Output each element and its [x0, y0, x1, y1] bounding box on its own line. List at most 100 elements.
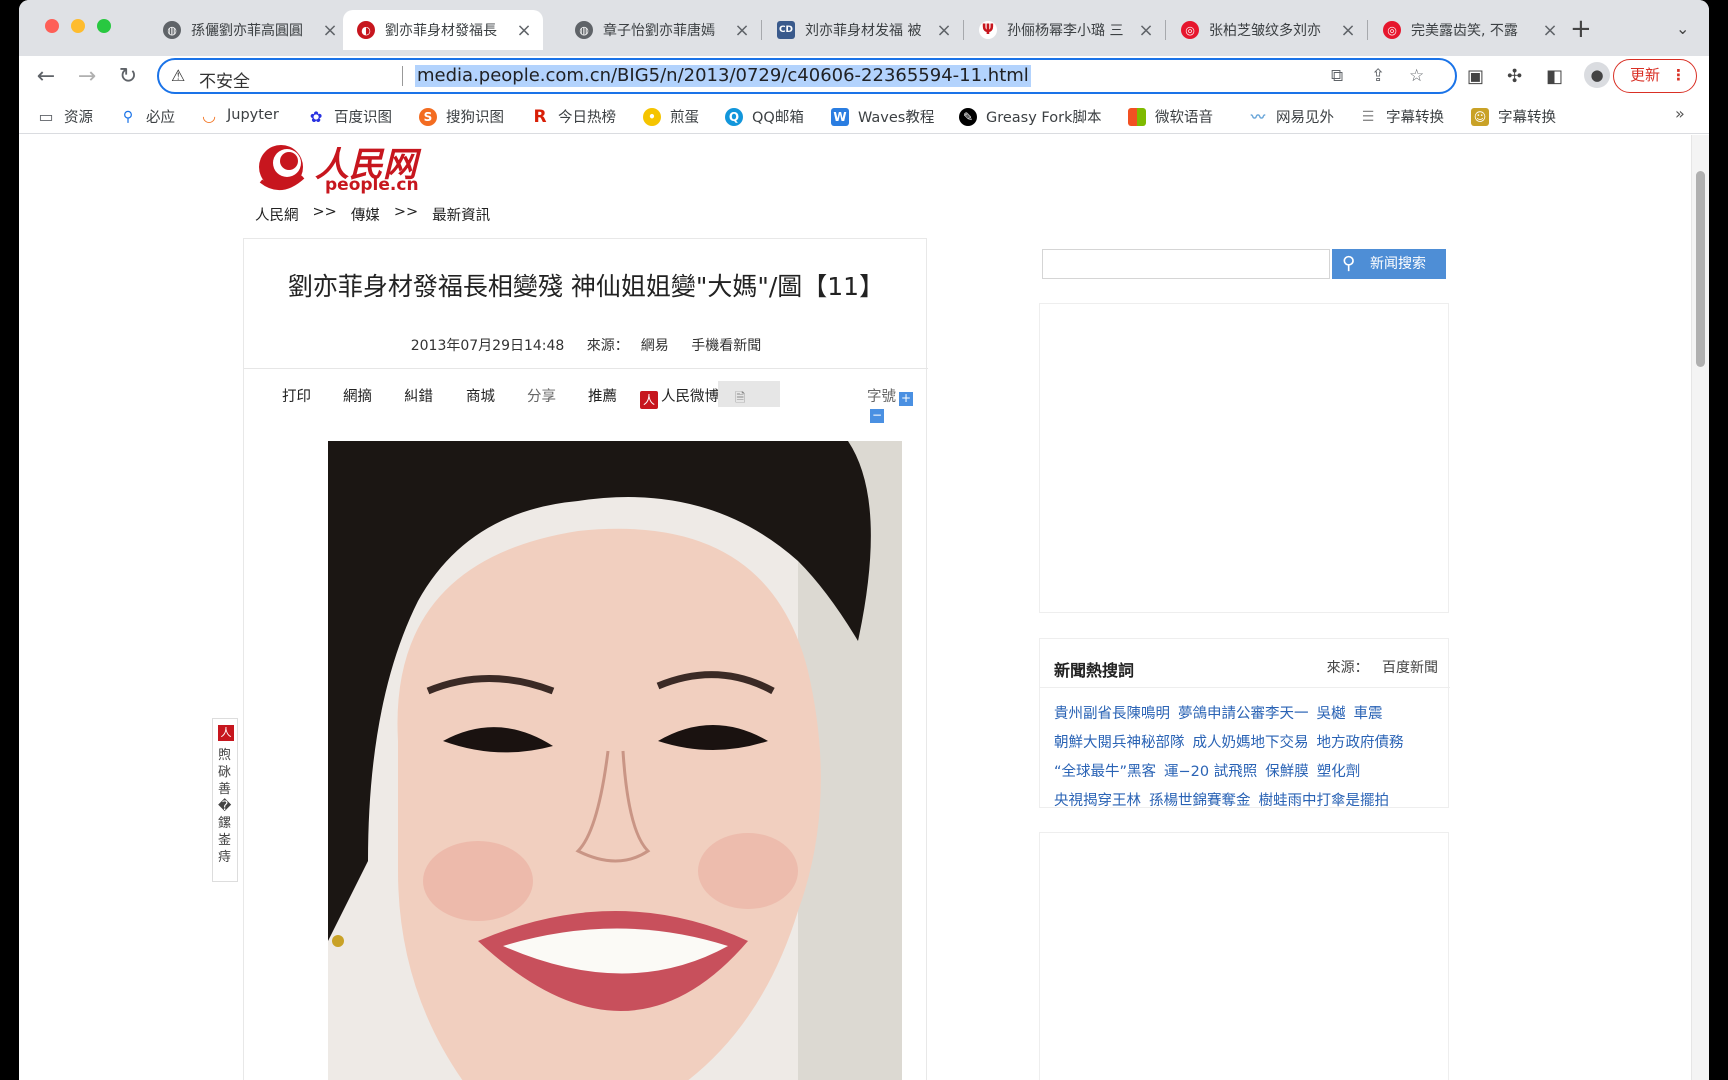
hot-search-link[interactable]: 樹蛙雨中打傘是擺拍	[1259, 793, 1390, 809]
news-search-input[interactable]	[1042, 249, 1330, 279]
breadcrumb-section[interactable]: 傳媒	[351, 204, 380, 225]
translate-icon[interactable]: ⧉	[1331, 66, 1343, 86]
bookmark-item[interactable]: ▭ 资源	[37, 106, 93, 127]
news-search-button[interactable]: ⚲ 新闻搜索	[1332, 249, 1446, 279]
hot-search-row: “全球最牛”黑客 運−20 試飛照 保鮮膜 塑化劑	[1054, 760, 1368, 781]
mall-button[interactable]: 商城	[466, 385, 495, 406]
bookmark-item[interactable]: 〰网易见外	[1249, 106, 1334, 127]
microsoft-icon	[1128, 107, 1146, 126]
correct-button[interactable]: 糾錯	[404, 385, 433, 406]
share-icon[interactable]: ⇪	[1371, 66, 1385, 86]
bookmark-item[interactable]: • 煎蛋	[643, 106, 699, 127]
close-icon[interactable]: ×	[1339, 20, 1357, 41]
weibo-button[interactable]: 人人民微博	[640, 385, 719, 409]
close-icon[interactable]: ×	[733, 20, 751, 41]
scrollbar-thumb[interactable]	[1696, 171, 1705, 367]
article-photo	[328, 441, 902, 1080]
bookmark-item[interactable]: R 今日热榜	[531, 106, 616, 127]
back-button[interactable]: ←	[31, 62, 61, 92]
font-size-label: 字號	[867, 389, 896, 405]
side-float-tab[interactable]: 人 煦砯善�鏍崟痔	[212, 718, 238, 882]
hot-search-link[interactable]: 夢鴿申請公審李天一	[1178, 706, 1309, 722]
font-increase-button[interactable]: +	[899, 392, 913, 406]
bookmark-item[interactable]: ⚲ 必应	[119, 106, 175, 127]
bookmark-star-icon[interactable]: ☆	[1409, 66, 1424, 86]
hot-search-link[interactable]: 貴州副省長陳鳴明	[1054, 706, 1170, 722]
hot-search-link[interactable]: 塑化劑	[1317, 764, 1361, 780]
reload-button[interactable]: ↻	[113, 62, 143, 92]
site-logo[interactable]: 人民网 people.cn	[255, 137, 435, 199]
bookmark-item[interactable]: S 搜狗识图	[419, 106, 504, 127]
article-panel: 劉亦菲身材發福長相變殘 神仙姐姐變"大媽"/圖【11】 2013年07月29日1…	[243, 238, 928, 1080]
more-menu-icon[interactable]: ⋮	[1671, 60, 1686, 91]
tab[interactable]: Ψ 孙俪杨幂李小璐 三 ×	[965, 10, 1165, 50]
extensions-icon[interactable]: ✣	[1507, 66, 1522, 87]
close-icon[interactable]: ×	[935, 20, 953, 41]
article-source-link[interactable]: 網易	[641, 338, 669, 354]
update-button[interactable]: 更新 ⋮	[1613, 59, 1697, 93]
tab[interactable]: ◎ 完美露齿笑, 不露 ×	[1369, 10, 1569, 50]
breadcrumb-current[interactable]: 最新資訊	[432, 204, 490, 225]
maximize-window-button[interactable]	[97, 19, 111, 33]
bookmark-item[interactable]: Q QQ邮箱	[725, 106, 804, 127]
hot-search-link[interactable]: 地方政府債務	[1317, 735, 1404, 751]
tab[interactable]: ◍ 章子怡劉亦菲唐嫣 ×	[561, 10, 761, 50]
close-icon[interactable]: ×	[515, 20, 533, 41]
new-tab-button[interactable]: +	[1570, 16, 1592, 42]
hot-search-link[interactable]: 吳樾	[1317, 706, 1346, 722]
hot-search-source: 來源： 百度新聞	[1327, 657, 1438, 677]
breadcrumb-home[interactable]: 人民網	[255, 204, 299, 225]
bookmark-item[interactable]: 微软语音	[1128, 106, 1213, 127]
more-bookmarks-icon[interactable]: »	[1675, 104, 1685, 123]
address-bar[interactable]: ⚠ 不安全 media.people.com.cn/BIG5/n/2013/07…	[157, 58, 1457, 94]
hot-search-link[interactable]: 車震	[1354, 706, 1383, 722]
page-scrollbar[interactable]	[1691, 135, 1709, 1080]
font-decrease-button[interactable]: −	[870, 409, 884, 423]
close-icon[interactable]: ×	[321, 20, 339, 41]
document-button[interactable]: 🗎	[718, 381, 780, 407]
hot-search-link[interactable]: 朝鮮大閱兵神秘部隊	[1054, 735, 1185, 751]
mobile-news-link[interactable]: 手機看新聞	[691, 338, 761, 354]
recommend-button[interactable]: 推薦	[588, 385, 617, 406]
bookmark-item[interactable]: ✎ Greasy Fork脚本	[959, 106, 1101, 127]
hot-search-link[interactable]: 保鮮膜	[1265, 764, 1309, 780]
netease-wave-icon: 〰	[1251, 109, 1265, 126]
excerpt-button[interactable]: 網摘	[343, 385, 372, 406]
hot-search-link[interactable]: 運−20 試飛照	[1164, 764, 1257, 780]
hot-search-link[interactable]: 孫楊世錦賽奪金	[1149, 793, 1251, 809]
image-search-icon[interactable]: ▣	[1467, 66, 1484, 87]
bookmark-item[interactable]: ✿ 百度识图	[307, 106, 392, 127]
close-icon[interactable]: ×	[1541, 20, 1559, 41]
ad-placeholder	[1039, 303, 1449, 613]
tab-active[interactable]: ◐ 劉亦菲身材發福長 ×	[343, 10, 543, 50]
people-logo-mark	[259, 145, 305, 190]
minimize-window-button[interactable]	[71, 19, 85, 33]
print-button[interactable]: 打印	[282, 385, 311, 406]
close-window-button[interactable]	[45, 19, 59, 33]
hot-search-link[interactable]: 成人奶媽地下交易	[1193, 735, 1309, 751]
tab[interactable]: ◍ 孫儷劉亦菲高圓圓 ×	[149, 10, 349, 50]
share-button[interactable]: 分享	[527, 385, 556, 406]
weibo-icon: ◎	[1181, 21, 1199, 39]
close-icon[interactable]: ×	[1137, 20, 1155, 41]
bookmark-label: 字幕转换	[1498, 110, 1556, 126]
security-label[interactable]: 不安全	[199, 67, 250, 92]
forward-button[interactable]: →	[72, 62, 102, 92]
side-panel-icon[interactable]: ◧	[1546, 66, 1563, 87]
bookmark-item[interactable]: ◡ Jupyter	[200, 106, 279, 125]
profile-avatar-icon[interactable]: ●	[1584, 62, 1610, 88]
bookmark-label: 字幕转换	[1386, 110, 1444, 126]
bookmark-item[interactable]: W Waves教程	[831, 106, 934, 127]
hot-search-link[interactable]: 央視揭穿王林	[1054, 793, 1141, 809]
tab[interactable]: ◎ 张柏芝皱纹多刘亦 ×	[1167, 10, 1367, 50]
url-text[interactable]: media.people.com.cn/BIG5/n/2013/0729/c40…	[415, 65, 1031, 87]
tab-search-chevron-icon[interactable]: ⌄	[1676, 19, 1689, 38]
baidu-news-link[interactable]: 百度新聞	[1382, 660, 1438, 676]
bookmark-item[interactable]: ☰ 字幕转换	[1359, 106, 1444, 127]
bookmark-item[interactable]: ☺ 字幕转换	[1471, 106, 1556, 127]
tab-title: 孙俪杨幂李小璐 三	[1007, 23, 1124, 39]
hot-search-link[interactable]: “全球最牛”黑客	[1054, 764, 1156, 780]
bookmark-label: QQ邮箱	[752, 110, 804, 126]
warning-icon[interactable]: ⚠	[171, 66, 185, 85]
tab[interactable]: CD 刘亦菲身材发福 被 ×	[763, 10, 963, 50]
